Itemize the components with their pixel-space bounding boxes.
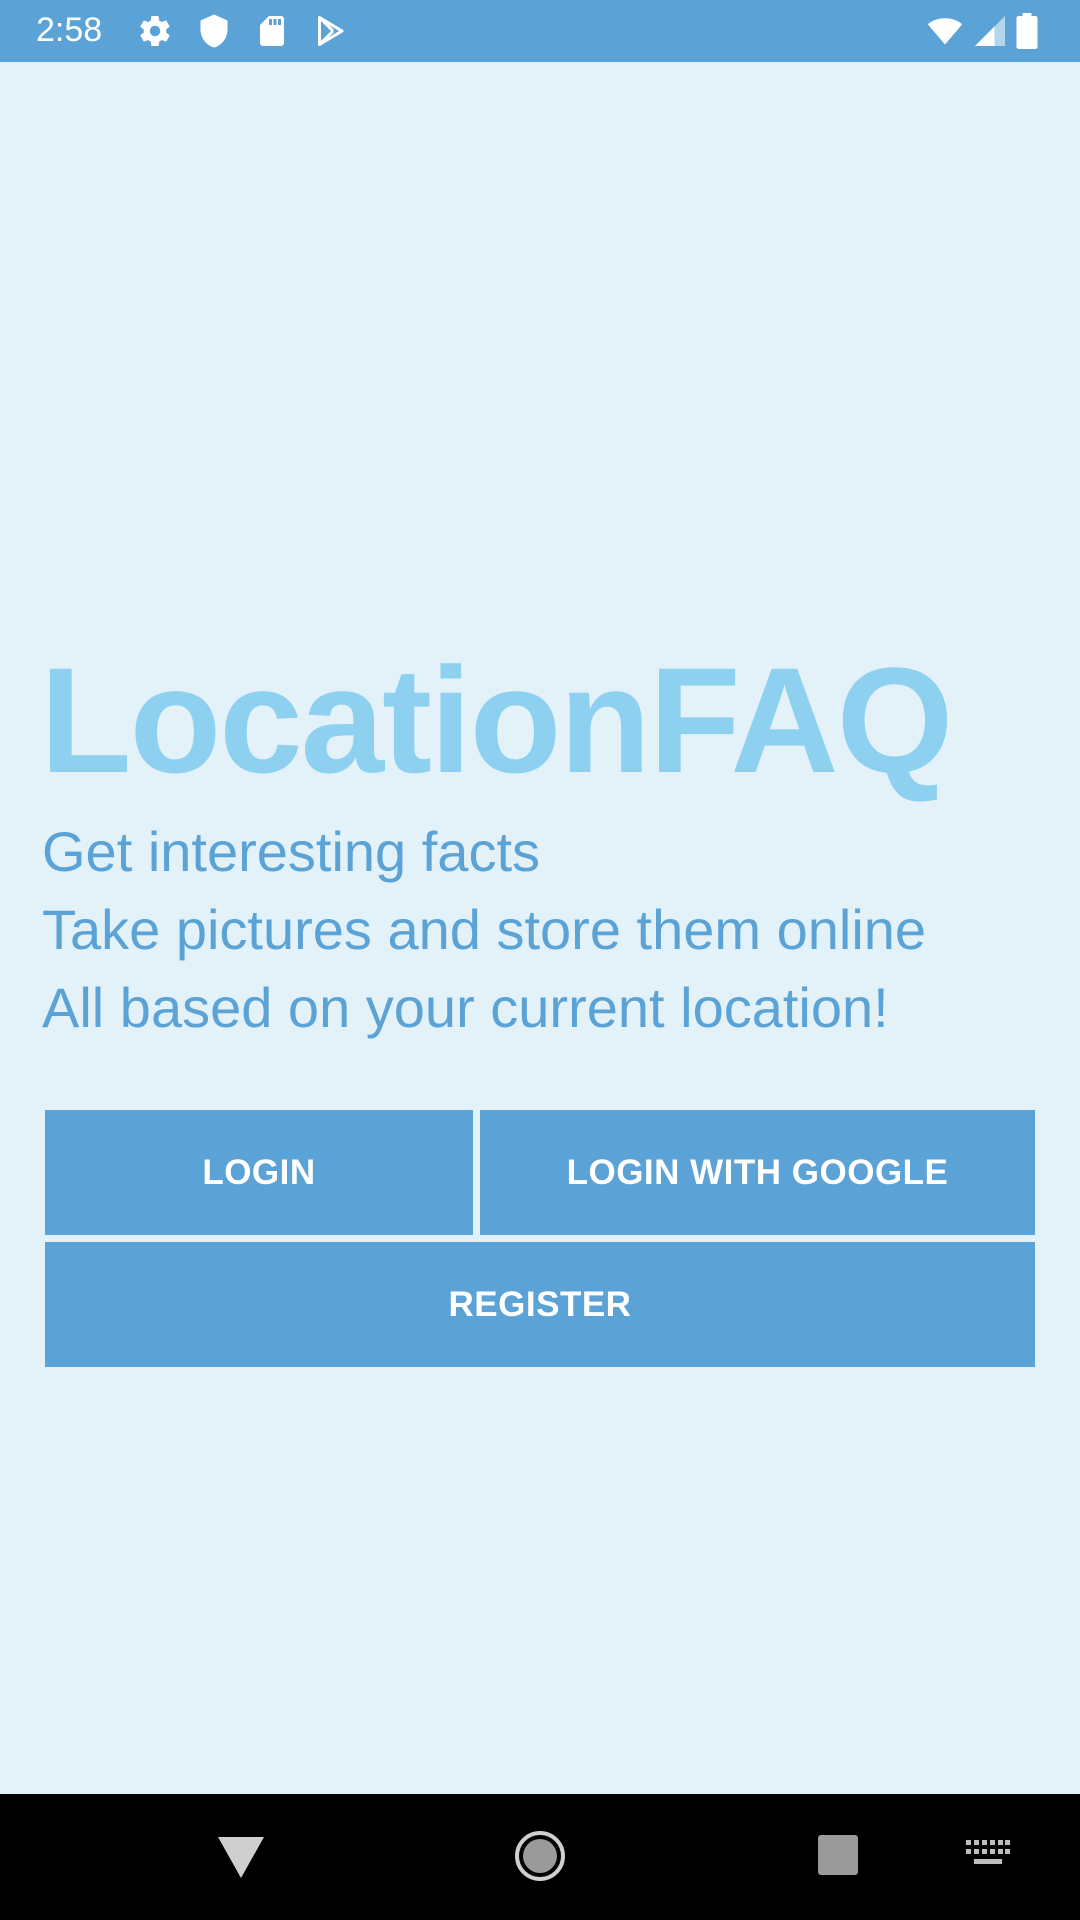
tagline-location: All based on your current location! xyxy=(42,976,889,1039)
status-bar: 2:58 xyxy=(0,0,1080,62)
app-title: LocationFAQ xyxy=(40,636,953,804)
status-time: 2:58 xyxy=(36,11,103,49)
login-screen: 2:58 LocationFAQ Get interesting facts T… xyxy=(0,0,1080,1920)
navigation-bar xyxy=(0,1794,1080,1920)
back-icon[interactable] xyxy=(216,1834,266,1880)
signal-icon xyxy=(972,13,1008,49)
play-store-icon xyxy=(312,13,348,49)
login-with-google-button[interactable]: LOGIN WITH GOOGLE xyxy=(480,1110,1035,1235)
wifi-icon xyxy=(924,13,966,49)
settings-icon xyxy=(137,13,173,49)
sd-card-icon xyxy=(254,13,290,49)
battery-icon xyxy=(1016,13,1046,49)
login-button[interactable]: LOGIN xyxy=(45,1110,473,1235)
home-icon[interactable] xyxy=(514,1830,566,1882)
tagline-facts: Get interesting facts xyxy=(42,820,541,883)
shield-icon xyxy=(196,13,232,49)
tagline-pictures: Take pictures and store them online xyxy=(42,898,927,961)
recents-icon[interactable] xyxy=(817,1834,859,1876)
register-button[interactable]: REGISTER xyxy=(45,1242,1035,1367)
keyboard-icon[interactable] xyxy=(966,1838,1010,1868)
